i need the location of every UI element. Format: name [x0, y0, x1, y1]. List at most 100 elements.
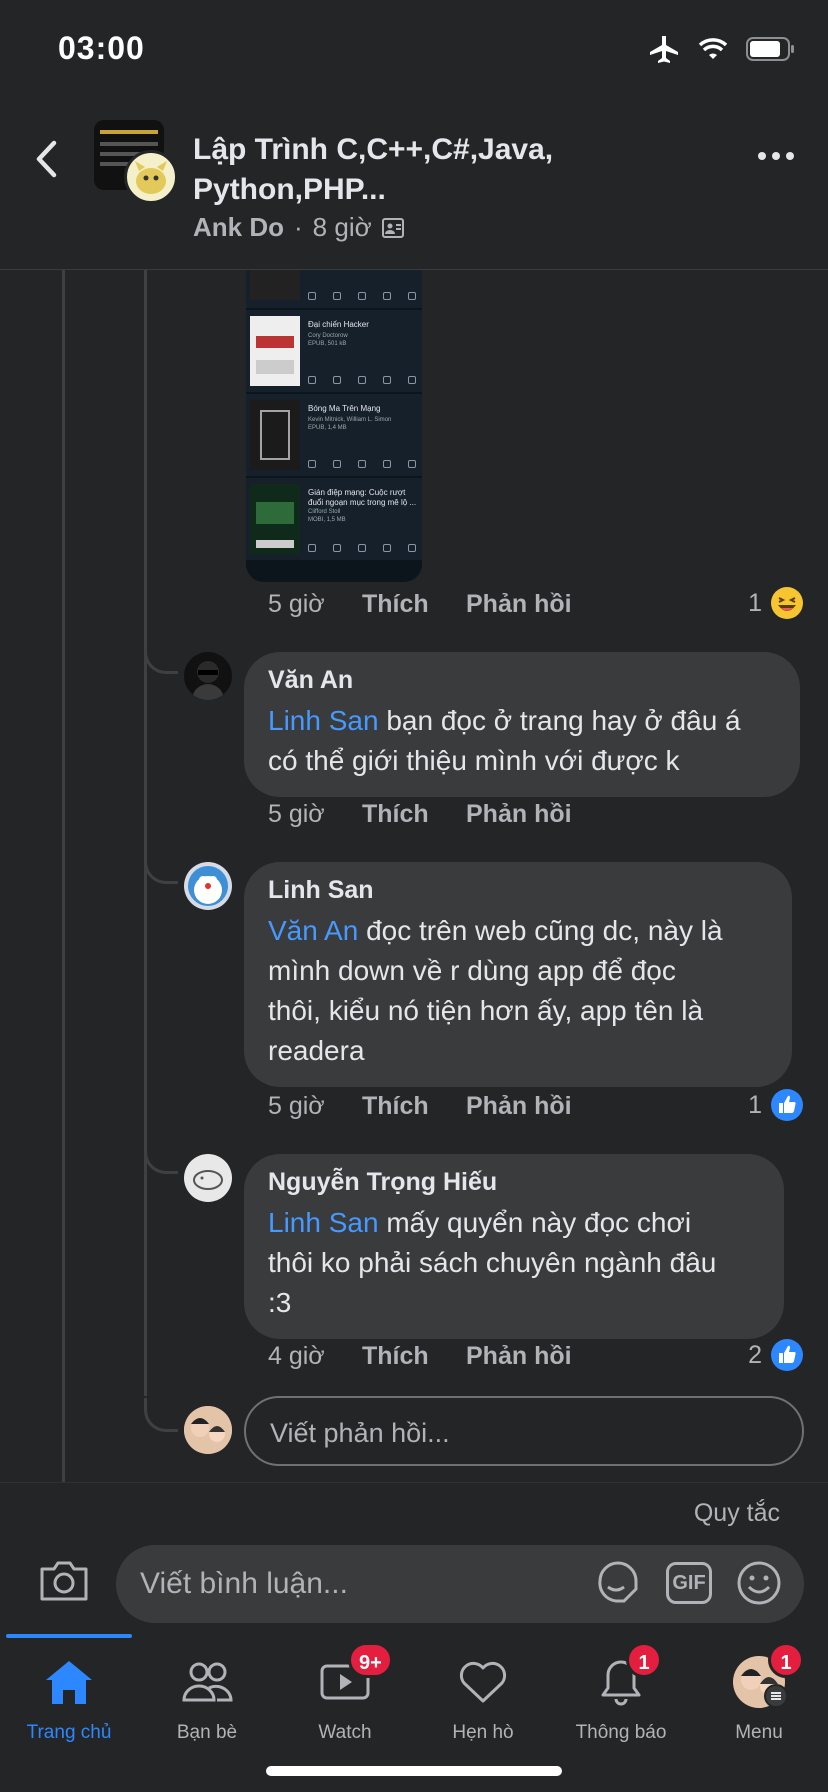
tab-menu[interactable]: 1 Menu: [690, 1642, 828, 1744]
mention-link[interactable]: Linh San: [268, 705, 379, 736]
group-privacy-icon: [381, 217, 404, 238]
reaction-summary[interactable]: 1: [748, 1088, 804, 1122]
reaction-summary[interactable]: 2: [748, 1338, 804, 1372]
mention-link[interactable]: Văn An: [268, 915, 358, 946]
menu-badge: 1: [768, 1642, 804, 1678]
tab-label: Thông báo: [575, 1722, 667, 1743]
comment-author[interactable]: Nguyễn Trọng Hiếu: [268, 1168, 760, 1197]
comment-author[interactable]: Linh San: [268, 876, 768, 905]
like-button[interactable]: Thích: [362, 1092, 466, 1121]
comment-text-line: :3: [268, 1287, 292, 1318]
chevron-left-icon: [36, 140, 57, 178]
tab-label: Hẹn hò: [452, 1722, 514, 1743]
comment-time[interactable]: 5 giờ: [268, 800, 362, 829]
tab-watch[interactable]: 9+ Watch: [276, 1642, 414, 1744]
book-item: [246, 270, 422, 310]
reply-button[interactable]: Phản hồi: [466, 590, 572, 619]
reply-input[interactable]: Viết phản hồi...: [244, 1396, 804, 1466]
group-title[interactable]: Lập Trình C,C++,C#,Java, Python,PHP...: [193, 130, 713, 210]
like-button[interactable]: Thích: [362, 590, 466, 619]
thread-connector: [144, 1398, 178, 1432]
book-item: Đại chiến Hacker Cory Doctorow EPUB, 501…: [246, 310, 422, 394]
avatar[interactable]: [184, 1154, 232, 1202]
tab-home[interactable]: Trang chủ: [0, 1654, 138, 1744]
comment-bubble[interactable]: Văn An Linh San bạn đọc ở trang hay ở đâ…: [244, 652, 800, 797]
home-indicator[interactable]: [266, 1766, 562, 1776]
book-actions: [308, 292, 416, 300]
tab-friends[interactable]: Bạn bè: [138, 1654, 276, 1744]
tab-dating[interactable]: Hẹn hò: [414, 1654, 552, 1744]
like-button[interactable]: Thích: [362, 800, 466, 829]
book-cover: [250, 270, 300, 300]
haha-reaction-icon: [771, 587, 803, 619]
emoji-icon[interactable]: [736, 1560, 782, 1606]
comment-image-attachment[interactable]: Đại chiến Hacker Cory Doctorow EPUB, 501…: [246, 270, 422, 582]
current-user-avatar: [184, 1406, 232, 1454]
avatar[interactable]: [184, 862, 232, 910]
reply-button[interactable]: Phản hồi: [466, 800, 572, 829]
comment-text-line: readera: [268, 1035, 365, 1066]
reaction-summary[interactable]: 1: [748, 586, 804, 620]
comment-text-line: mình down về r dùng app để đọc: [268, 955, 676, 986]
comment-actions: 4 giờ Thích Phản hồi: [268, 1342, 572, 1371]
status-time: 03:00: [58, 30, 145, 66]
comment-actions: 5 giờ Thích Phản hồi: [268, 590, 572, 619]
tab-label: Watch: [318, 1722, 372, 1743]
home-icon: [46, 1661, 92, 1704]
comment-input[interactable]: Viết bình luận... GIF: [116, 1545, 804, 1623]
post-header: Lập Trình C,C++,C#,Java, Python,PHP... A…: [0, 100, 828, 270]
comment-text-line: thôi ko phải sách chuyên ngành đâu: [268, 1247, 717, 1278]
book-actions: [308, 460, 416, 468]
tab-label: Trang chủ: [26, 1722, 112, 1743]
comment-text-line: đọc trên web cũng dc, này là: [358, 915, 723, 946]
comment-author[interactable]: Văn An: [268, 666, 776, 695]
comment-input-actions: GIF: [594, 1559, 782, 1607]
menu-hamburger-icon: [764, 1684, 788, 1708]
gif-button[interactable]: GIF: [666, 1562, 712, 1604]
battery-icon: [746, 37, 794, 61]
like-reaction-icon: [771, 1339, 803, 1371]
avatar[interactable]: [184, 652, 232, 700]
book-item: Gián điệp mạng: Cuộc rượt đuổi ngoạn mục…: [246, 478, 422, 562]
post-time[interactable]: 8 giờ: [313, 212, 372, 243]
thread-connector: [144, 640, 178, 674]
post-meta: Ank Do · 8 giờ: [193, 212, 404, 243]
book-cover: [250, 400, 300, 470]
back-button[interactable]: [34, 140, 58, 183]
reaction-count: 1: [748, 1090, 762, 1119]
comment-text: Linh San bạn đọc ở trang hay ở đâu á có …: [268, 701, 776, 781]
group-avatar[interactable]: [94, 120, 178, 204]
community-rules-link[interactable]: Quy tắc: [694, 1499, 780, 1528]
reaction-count: 2: [748, 1340, 762, 1369]
watch-badge: 9+: [348, 1642, 393, 1678]
thread-line-outer: [62, 270, 65, 1482]
status-icons: [648, 34, 796, 64]
reply-button[interactable]: Phản hồi: [466, 1342, 572, 1371]
like-button[interactable]: Thích: [362, 1342, 466, 1371]
book-cover: [250, 316, 300, 386]
reply-button[interactable]: Phản hồi: [466, 1092, 572, 1121]
book-meta: Cory Doctorow EPUB, 501 kB: [308, 333, 348, 347]
mention-link[interactable]: Linh San: [268, 1207, 379, 1238]
more-options-button[interactable]: [758, 152, 794, 160]
comment-time[interactable]: 4 giờ: [268, 1342, 362, 1371]
like-reaction-icon: [771, 1089, 803, 1121]
reaction-count: 1: [748, 588, 762, 617]
post-author[interactable]: Ank Do: [193, 212, 284, 243]
comment-bubble[interactable]: Linh San Văn An đọc trên web cũng dc, nà…: [244, 862, 792, 1087]
gif-label: GIF: [672, 1571, 706, 1594]
comment-time[interactable]: 5 giờ: [268, 590, 362, 619]
sticker-icon[interactable]: [594, 1559, 642, 1607]
notifications-badge: 1: [626, 1642, 662, 1678]
wifi-icon: [698, 38, 728, 59]
comment-time[interactable]: 5 giờ: [268, 1092, 362, 1121]
book-title: Bóng Ma Trên Mạng: [308, 404, 381, 413]
tab-notifications[interactable]: 1 Thông báo: [552, 1642, 690, 1744]
thread-connector: [144, 1140, 178, 1174]
book-actions: [308, 544, 416, 552]
meta-separator: ·: [294, 212, 303, 242]
comment-text: Linh San mấy quyển này đọc chơi thôi ko …: [268, 1203, 760, 1323]
camera-button[interactable]: [38, 1559, 90, 1608]
comment-bubble[interactable]: Nguyễn Trọng Hiếu Linh San mấy quyển này…: [244, 1154, 784, 1339]
book-meta: Kevin Mitnick, William L. Simon EPUB, 1,…: [308, 417, 392, 431]
